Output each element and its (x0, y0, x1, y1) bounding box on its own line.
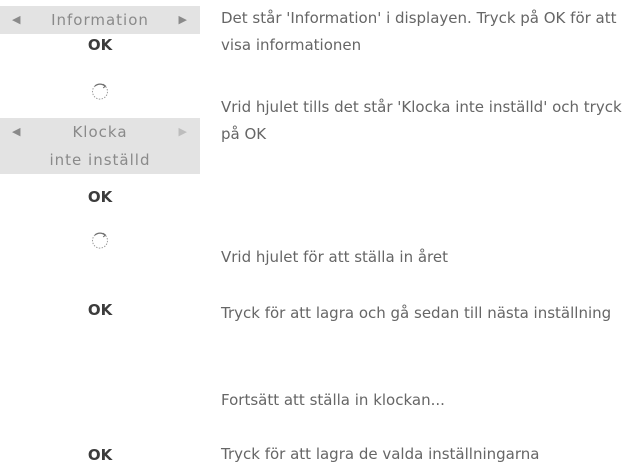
display-line-1: Klocka (72, 123, 128, 141)
step-text-4: Tryck för att lagra och gå sedan till nä… (221, 304, 612, 322)
step-text-3: Vrid hjulet för att ställa in året (221, 248, 448, 266)
step-text-1: Det står 'Information' i displayen. Tryc… (221, 9, 617, 54)
display-information: ◀ Information ▶ (0, 6, 200, 34)
step-text-5: Fortsätt att ställa in klockan... (221, 391, 445, 409)
right-arrow-icon: ▶ (178, 125, 188, 138)
step-text-2: Vrid hjulet tills det står 'Klocka inte … (221, 98, 622, 143)
step-text-6: Tryck för att lagra de valda inställning… (221, 445, 540, 463)
display-line-2: inte inställd (49, 151, 151, 169)
ok-button-label: OK (87, 446, 113, 464)
rotate-wheel-icon (92, 232, 108, 249)
ok-button-label: OK (87, 301, 113, 319)
ok-button-label: OK (87, 36, 113, 54)
display-label: Information (51, 11, 149, 29)
rotate-wheel-icon (92, 83, 108, 100)
left-arrow-icon: ◀ (12, 13, 22, 26)
display-klocka-inte-installd: ◀ Klocka ▶ inte inställd (0, 118, 200, 174)
right-arrow-icon: ▶ (178, 13, 188, 26)
ok-button-label: OK (87, 188, 113, 206)
left-arrow-icon: ◀ (12, 125, 22, 138)
